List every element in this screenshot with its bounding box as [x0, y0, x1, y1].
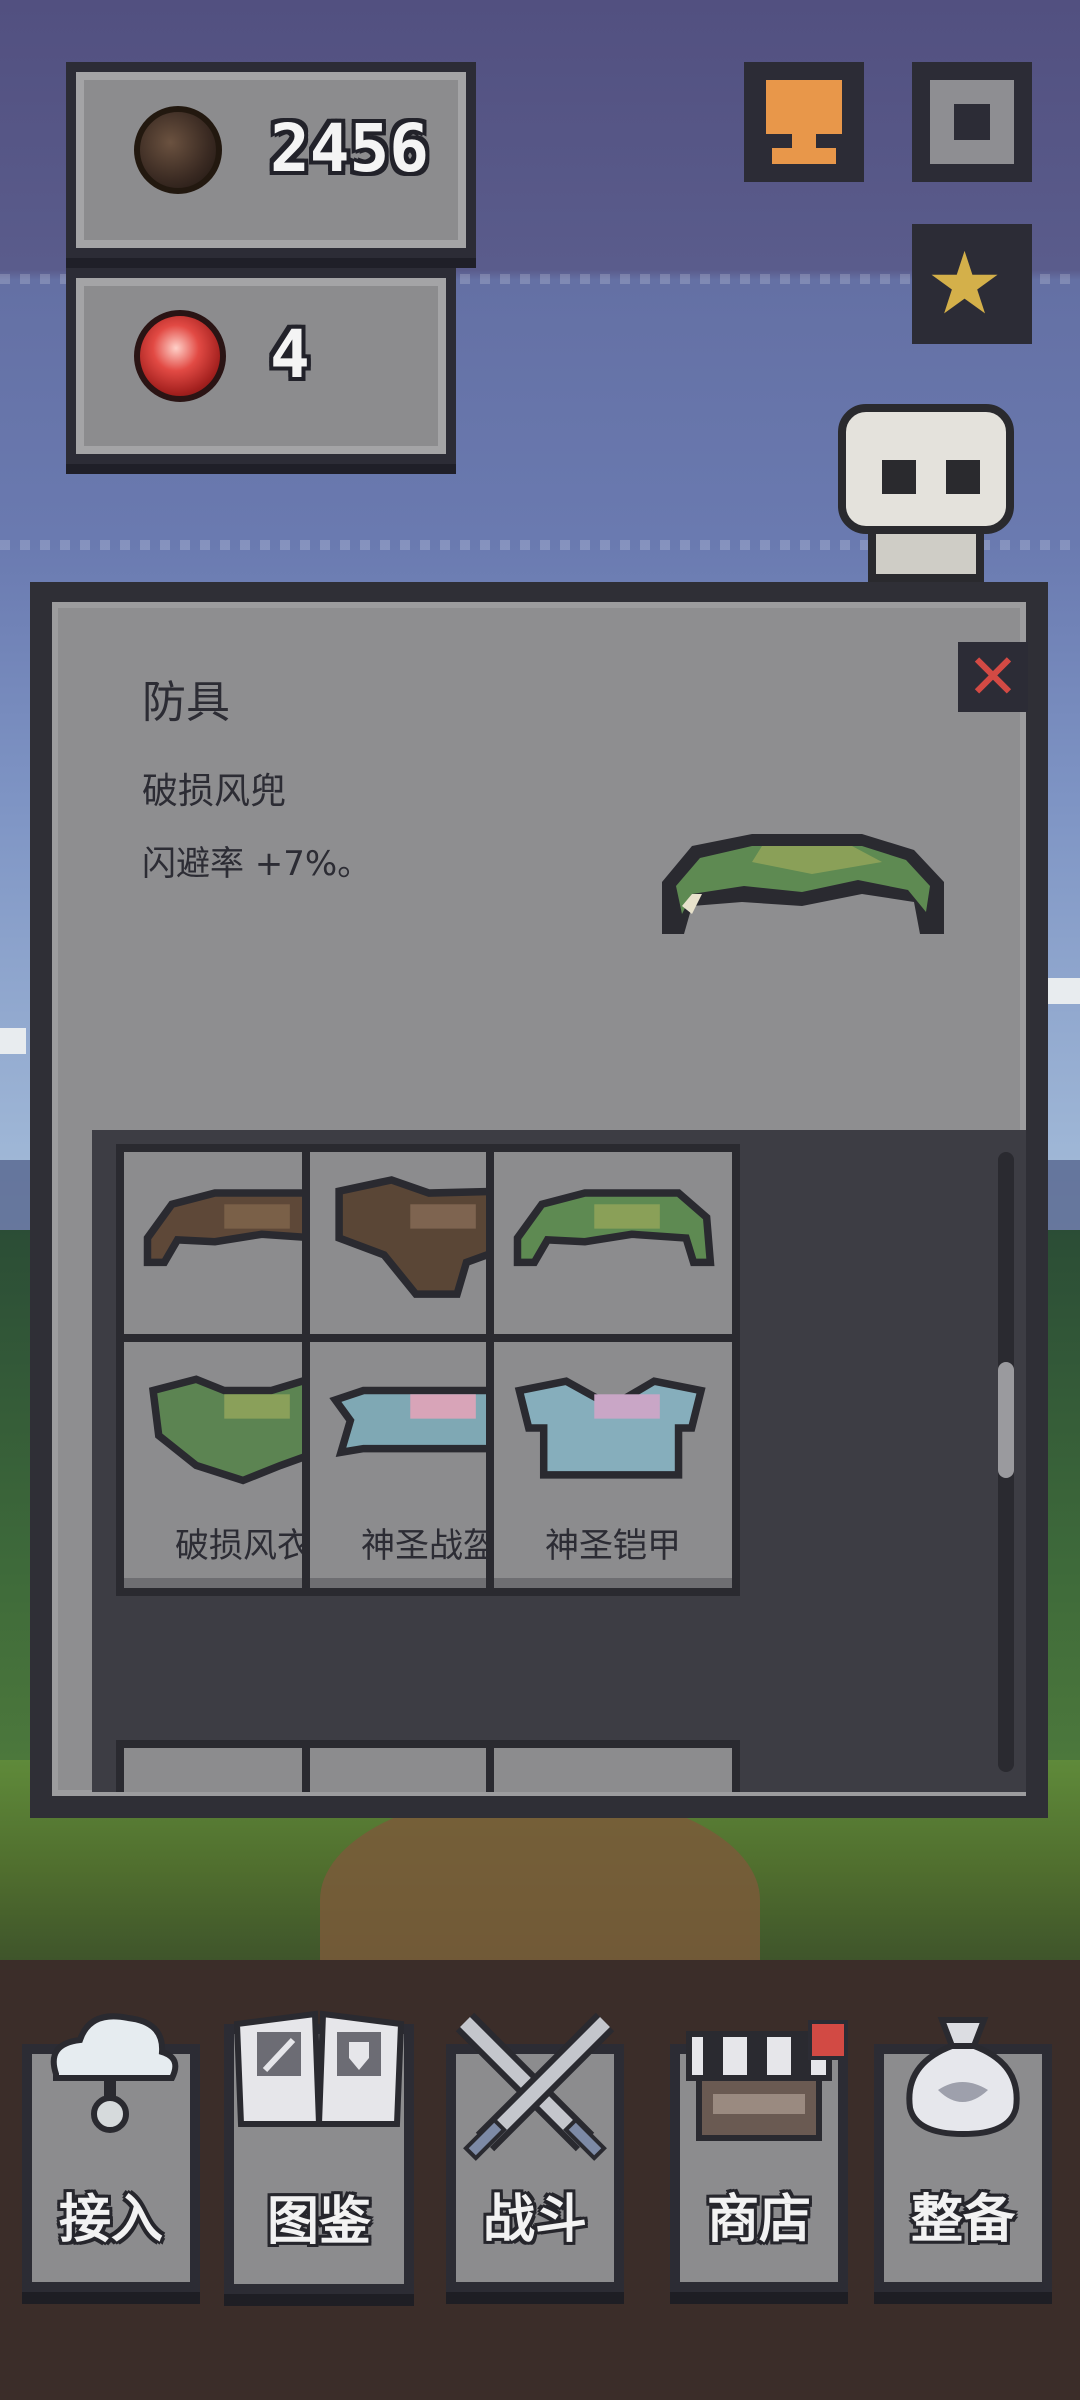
- nav-connect-label: 接入: [58, 2190, 163, 2250]
- red-gem-icon: [134, 310, 226, 402]
- cloud: [0, 1028, 26, 1054]
- trophy-button[interactable]: [744, 62, 864, 182]
- scrollbar-thumb[interactable]: [998, 1362, 1014, 1478]
- shop-notification-badge: [808, 2020, 848, 2060]
- item-grid: 破损皮帽破损皮甲破损风兜破损风衣神圣战盔神圣铠甲: [92, 1130, 1026, 1792]
- item-cell-partial[interactable]: [486, 1740, 740, 1792]
- nav-prepare-label: 整备: [910, 2190, 1015, 2250]
- skull-mascot: [838, 404, 1014, 584]
- gem-counter: 4: [66, 268, 456, 464]
- star-button[interactable]: ★: [912, 224, 1032, 344]
- selected-item-name: 破损风兜: [142, 771, 287, 812]
- close-icon: ✕: [967, 640, 1019, 713]
- nav-shop-button[interactable]: 商店: [670, 2031, 848, 2292]
- crossed-swords-icon: [455, 2012, 615, 2161]
- dialog-title: 防具: [142, 677, 230, 728]
- cloud-connect-icon: [50, 2013, 179, 2133]
- grid-scrollbar[interactable]: [998, 1152, 1014, 1772]
- bag-icon: [906, 2017, 1020, 2138]
- coin-icon: [134, 106, 222, 194]
- selected-item-preview-icon: [662, 834, 944, 934]
- open-book-icon: [233, 2010, 405, 2127]
- item-cell-label: 神圣铠甲: [545, 1526, 681, 1566]
- wind-hood-icon: [513, 1189, 715, 1267]
- selected-item-stat: 闪避率 +7%。: [142, 844, 372, 884]
- armor-codex-dialog: 防具 ✕ 破损风兜 闪避率 +7%。 破损皮帽破损皮甲破损风兜破损风衣神圣战盔神…: [30, 582, 1048, 1818]
- coin-counter: 2456: [66, 62, 476, 258]
- coin-value: 2456: [270, 110, 429, 187]
- nav-prepare-button[interactable]: 整备: [874, 2017, 1052, 2292]
- nav-codex-button[interactable]: 图鉴: [224, 2010, 414, 2294]
- dialog-body: 防具 ✕ 破损风兜 闪避率 +7%。 破损皮帽破损皮甲破损风兜破损风衣神圣战盔神…: [52, 602, 1028, 1796]
- nav-connect-button[interactable]: 接入: [22, 2013, 200, 2292]
- settings-button[interactable]: [912, 62, 1032, 182]
- close-button[interactable]: ✕: [958, 642, 1028, 712]
- star-icon: ★: [926, 234, 1004, 334]
- nav-battle-button[interactable]: 战斗: [446, 2012, 624, 2292]
- holy-armor-icon: [514, 1377, 706, 1479]
- nav-shop-label: 商店: [706, 2190, 811, 2250]
- nav-battle-label: 战斗: [482, 2190, 587, 2250]
- gem-value: 4: [270, 316, 310, 393]
- item-cell[interactable]: 神圣铠甲: [486, 1334, 740, 1596]
- nav-codex-label: 图鉴: [266, 2192, 371, 2252]
